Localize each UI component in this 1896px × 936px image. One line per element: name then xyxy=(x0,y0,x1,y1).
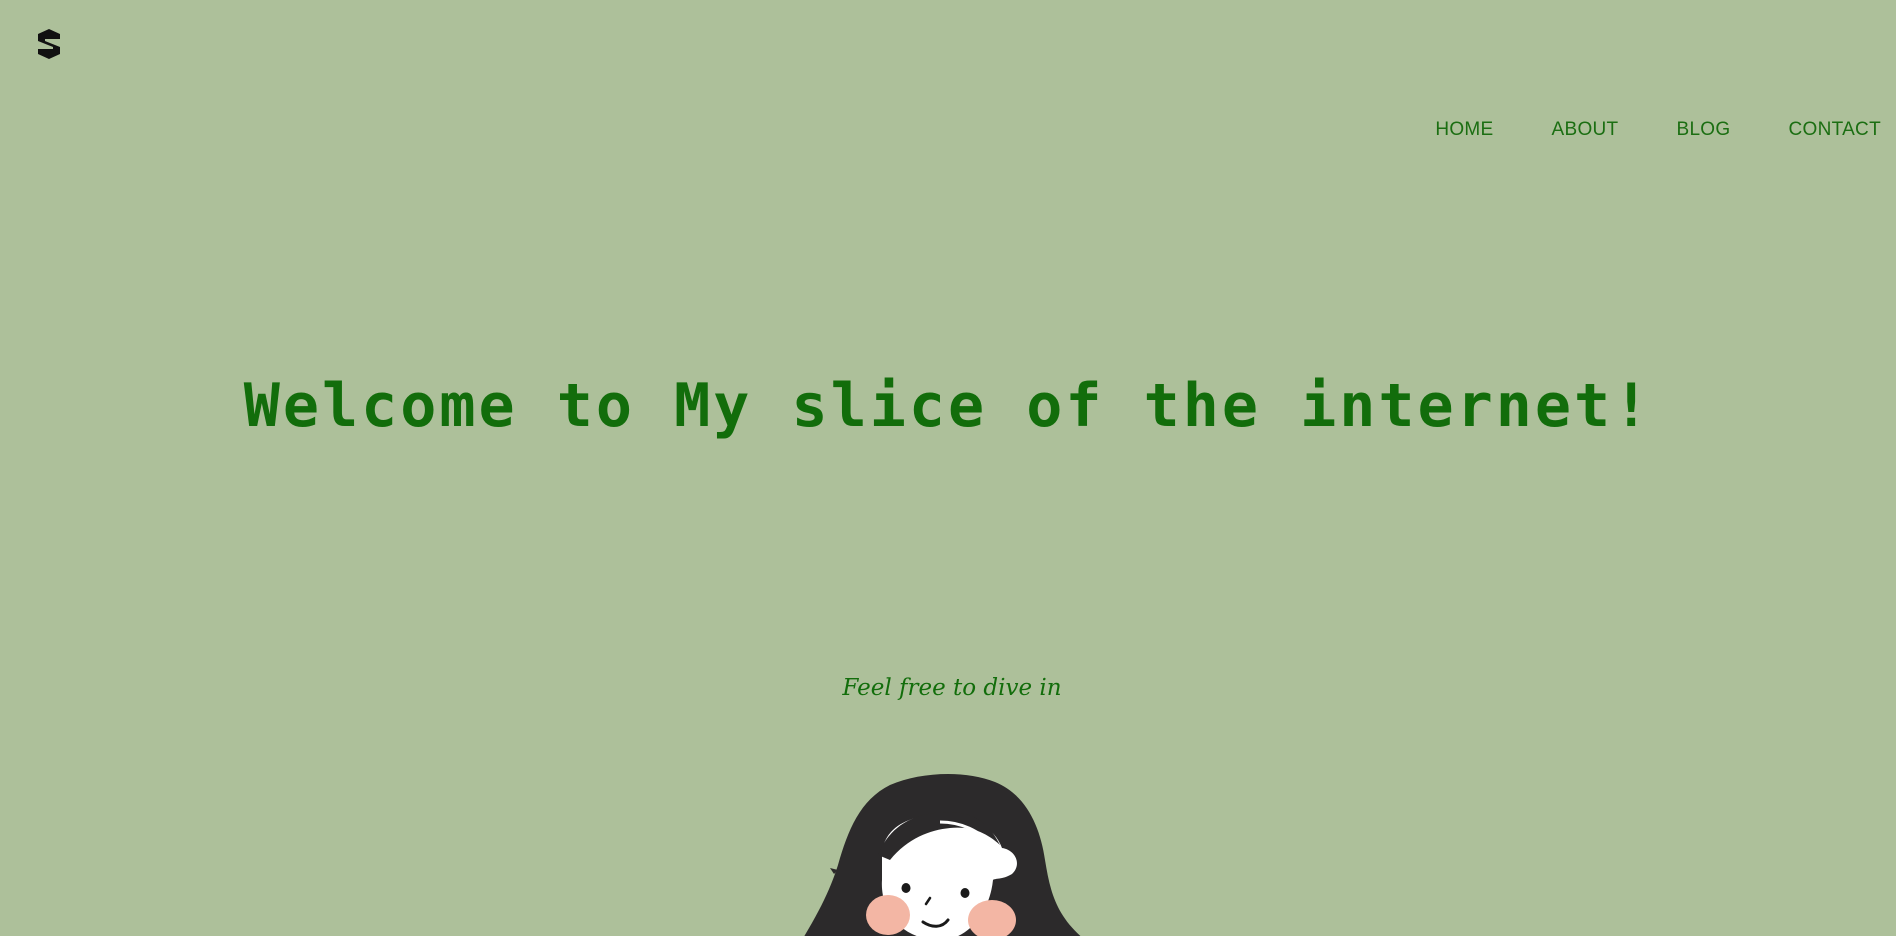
site-logo-icon[interactable] xyxy=(36,28,62,60)
s-shield-logo-icon xyxy=(38,29,60,59)
nav-contact-link[interactable]: CONTACT xyxy=(1788,118,1881,142)
page: HOME ABOUT BLOG CONTACT Welcome to My sl… xyxy=(0,0,1896,936)
hero-title: Welcome to My slice of the internet! xyxy=(243,371,1653,441)
main-nav: HOME ABOUT BLOG CONTACT xyxy=(1377,118,1881,142)
hero-subtitle: Feel free to dive in xyxy=(842,675,1062,701)
nav-about-link[interactable]: ABOUT xyxy=(1552,118,1619,142)
nav-home-link[interactable]: HOME xyxy=(1435,118,1493,142)
girl-portrait-illustration xyxy=(790,770,1100,936)
nav-blog-link[interactable]: BLOG xyxy=(1676,118,1730,142)
